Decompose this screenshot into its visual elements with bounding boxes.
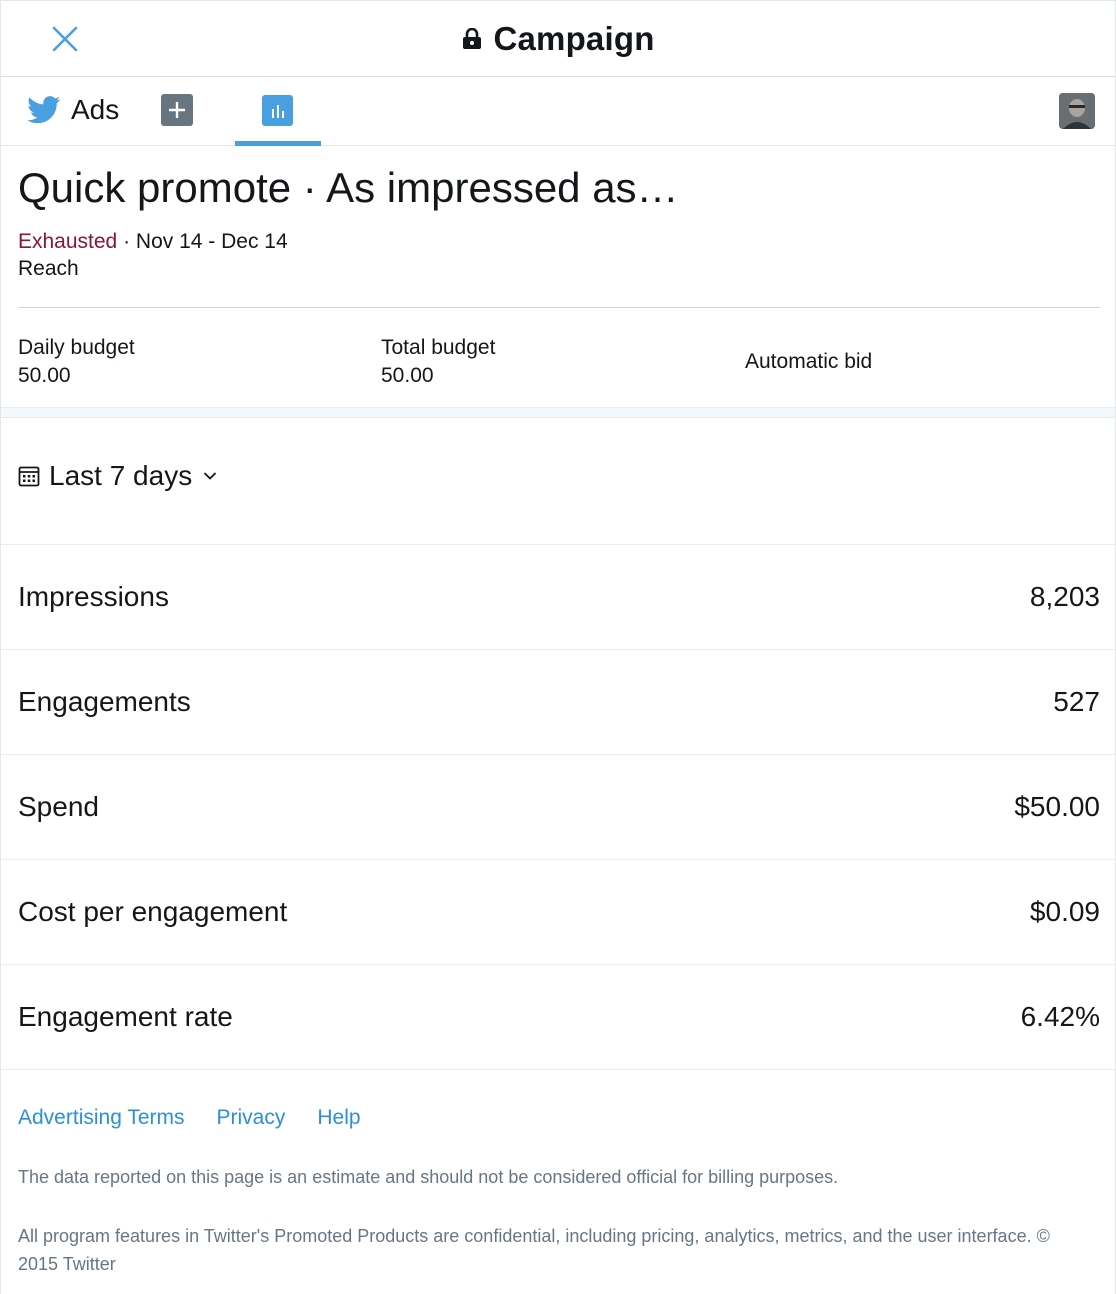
ads-home-link[interactable]: Ads	[27, 94, 119, 126]
daily-budget: Daily budget 50.00	[18, 334, 135, 390]
close-button[interactable]	[49, 23, 81, 55]
campaign-date-range: Nov 14 - Dec 14	[135, 230, 288, 253]
metric-label: Engagements	[18, 686, 191, 717]
footer: Advertising Terms Privacy Help The data …	[1, 1070, 1115, 1278]
campaign-objective: Reach	[18, 257, 79, 280]
campaign-title: Quick promote · As impressed as…	[18, 164, 679, 211]
footer-links: Advertising Terms Privacy Help	[18, 1106, 1098, 1130]
daily-budget-value: 50.00	[18, 364, 71, 387]
campaign-status-line: Exhausted · Nov 14 - Dec 14	[18, 228, 1098, 255]
daily-budget-label: Daily budget	[18, 336, 135, 359]
date-range-label: Last 7 days	[49, 460, 193, 491]
total-budget-value: 50.00	[381, 364, 434, 387]
avatar[interactable]	[1059, 93, 1095, 129]
metric-label: Spend	[18, 791, 99, 822]
active-tab-indicator	[235, 141, 321, 146]
twitter-bird-icon	[27, 96, 61, 124]
date-range-section: Last 7 days	[1, 418, 1115, 545]
metric-value: 8,203	[1029, 581, 1100, 612]
metric-value: $50.00	[1014, 791, 1100, 822]
section-separator	[1, 407, 1115, 418]
tab-analytics[interactable]	[235, 77, 321, 146]
metric-row-cost-per-engagement: Cost per engagement $0.09	[1, 860, 1115, 965]
metrics-list: Impressions 8,203 Engagements 527 Spend …	[1, 545, 1115, 1070]
campaign-summary: Quick promote · As impressed as… Exhaust…	[1, 146, 1115, 283]
total-budget: Total budget 50.00	[381, 334, 495, 390]
lock-icon	[461, 27, 483, 51]
nav-bar: Ads	[1, 77, 1115, 146]
advertising-terms-link[interactable]: Advertising Terms	[18, 1106, 185, 1130]
metric-row-engagement-rate: Engagement rate 6.42%	[1, 965, 1115, 1070]
metric-value: $0.09	[1029, 896, 1100, 927]
page-title: Campaign	[493, 19, 655, 57]
bar-chart-icon	[271, 104, 284, 118]
ads-label: Ads	[71, 94, 120, 125]
metric-label: Engagement rate	[18, 1001, 233, 1032]
create-button[interactable]	[161, 94, 193, 126]
metric-label: Cost per engagement	[18, 896, 288, 927]
header-title-group: Campaign	[461, 20, 654, 58]
close-icon	[52, 26, 78, 52]
metric-row-spend: Spend $50.00	[1, 755, 1115, 860]
billing-disclaimer: The data reported on this page is an est…	[18, 1167, 839, 1187]
calendar-icon	[18, 466, 40, 487]
status-badge: Exhausted	[18, 230, 118, 253]
plus-icon	[169, 102, 185, 118]
metric-value: 6.42%	[1020, 1001, 1100, 1032]
metric-label: Impressions	[18, 581, 169, 612]
confidentiality-notice: All program features in Twitter's Promot…	[18, 1226, 1050, 1274]
privacy-link[interactable]: Privacy	[217, 1106, 286, 1130]
campaign-page: Campaign Ads Quick promote · As impresse…	[0, 0, 1116, 1294]
date-range-dropdown[interactable]: Last 7 days	[18, 460, 217, 492]
top-header: Campaign	[1, 1, 1115, 77]
metric-row-impressions: Impressions 8,203	[1, 545, 1115, 650]
chevron-down-icon	[204, 472, 217, 480]
status-separator: ·	[117, 230, 136, 253]
metric-row-engagements: Engagements 527	[1, 650, 1115, 755]
budget-row: Daily budget 50.00 Total budget 50.00 Au…	[1, 308, 1115, 407]
total-budget-label: Total budget	[381, 336, 496, 359]
metric-value: 527	[1053, 686, 1100, 717]
bid-type: Automatic bid	[745, 350, 873, 373]
help-link[interactable]: Help	[317, 1106, 360, 1130]
